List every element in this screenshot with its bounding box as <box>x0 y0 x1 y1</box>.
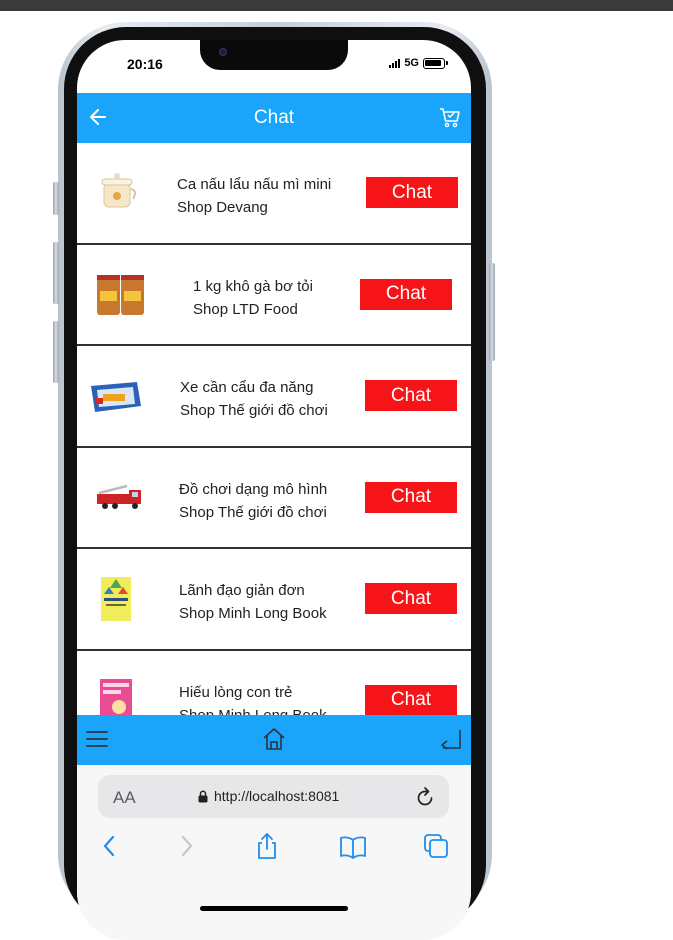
chat-info: 1 kg khô gà bơ tỏi Shop LTD Food <box>193 275 313 321</box>
share-icon[interactable] <box>253 832 281 860</box>
list-item[interactable]: Xe cần cẩu đa năng Shop Thế giới đồ chơi… <box>77 346 471 448</box>
shop-name: Shop Thế giới đồ chơi <box>180 402 328 420</box>
app-header: Chat <box>77 93 471 143</box>
list-item[interactable]: Ca nấu lẩu nấu mì mini Shop Devang Chat <box>77 143 471 245</box>
fire-truck-image <box>97 484 141 509</box>
battery-icon <box>423 57 448 69</box>
chat-button[interactable]: Chat <box>366 177 458 208</box>
chat-button[interactable]: Chat <box>360 278 452 310</box>
menu-icon[interactable] <box>85 727 109 751</box>
product-name: Lãnh đạo giản đơn <box>179 582 305 600</box>
url-bar[interactable]: AA http://localhost:8081 <box>98 775 449 818</box>
chat-button[interactable]: Chat <box>365 583 457 615</box>
toy-box-image <box>91 382 141 413</box>
window-top-bar <box>0 0 673 11</box>
home-indicator[interactable] <box>200 906 348 911</box>
signal-icon <box>389 58 401 68</box>
bottom-nav <box>77 715 471 765</box>
cart-icon[interactable] <box>439 106 461 128</box>
lock-icon <box>198 790 208 802</box>
return-icon[interactable] <box>439 727 463 751</box>
list-item[interactable]: 1 kg khô gà bơ tỏi Shop LTD Food Chat <box>77 244 471 347</box>
product-name: Đồ chơi dạng mô hình <box>179 480 328 498</box>
notch <box>200 40 348 70</box>
text-size-button[interactable]: AA <box>113 788 136 808</box>
back-icon[interactable] <box>96 832 124 860</box>
chat-list: Ca nấu lẩu nấu mì mini Shop Devang Chat … <box>77 143 471 715</box>
product-name: Hiếu lòng con trẻ <box>179 683 293 701</box>
phone-screen: 20:16 5G Chat Ca nấu lẩu nấu mì mini Sho… <box>77 40 471 940</box>
reload-icon[interactable] <box>415 786 435 808</box>
url-text: http://localhost:8081 <box>214 788 340 804</box>
kettle-image <box>101 173 137 208</box>
chat-info: Đồ chơi dạng mô hình Shop Thế giới đồ ch… <box>179 478 327 524</box>
book-yellow-image <box>101 577 131 622</box>
phone-power-button <box>489 263 495 361</box>
status-time: 20:16 <box>127 56 163 72</box>
shop-name: Shop Thế giới đồ chơi <box>179 503 327 521</box>
camera-icon <box>219 48 227 56</box>
phone-volume-up <box>53 242 59 304</box>
chat-button[interactable]: Chat <box>365 380 457 412</box>
shop-name: Shop Minh Long Book <box>179 605 327 623</box>
browser-chrome: AA http://localhost:8081 <box>77 765 471 940</box>
home-icon[interactable] <box>261 727 287 751</box>
list-item[interactable]: Lãnh đạo giản đơn Shop Minh Long Book Ch… <box>77 549 471 651</box>
bookmarks-icon[interactable] <box>339 832 367 860</box>
chat-info: Lãnh đạo giản đơn Shop Minh Long Book <box>179 579 327 625</box>
chat-info: Ca nấu lẩu nấu mì mini Shop Devang <box>177 173 331 219</box>
product-name: Ca nấu lẩu nấu mì mini <box>177 176 332 193</box>
shop-name: Shop LTD Food <box>193 300 298 318</box>
product-name: 1 kg khô gà bơ tỏi <box>193 277 313 295</box>
jars-image <box>97 274 144 315</box>
book-pink-image <box>100 678 132 715</box>
page-title: Chat <box>253 107 295 128</box>
product-name: Xe cần cẩu đa năng <box>180 379 314 397</box>
chat-button[interactable]: Chat <box>365 481 457 513</box>
chat-info: Hiếu lòng con trẻ Shop Minh Long Book <box>179 681 327 715</box>
phone-volume-down <box>53 321 59 383</box>
url-display[interactable]: http://localhost:8081 <box>198 788 339 804</box>
forward-icon[interactable] <box>172 832 200 860</box>
shop-name: Shop Devang <box>177 199 268 216</box>
network-label: 5G <box>404 57 419 69</box>
tabs-icon[interactable] <box>422 832 450 860</box>
list-item[interactable]: Hiếu lòng con trẻ Shop Minh Long Book Ch… <box>77 650 471 715</box>
list-item[interactable]: Đồ chơi dạng mô hình Shop Thế giới đồ ch… <box>77 447 471 550</box>
chat-info: Xe cần cẩu đa năng Shop Thế giới đồ chơi <box>180 376 328 422</box>
phone-mute-switch <box>53 182 59 215</box>
status-indicators: 5G <box>389 57 448 69</box>
chat-button[interactable]: Chat <box>365 684 457 715</box>
shop-name: Shop Minh Long Book <box>179 704 327 715</box>
